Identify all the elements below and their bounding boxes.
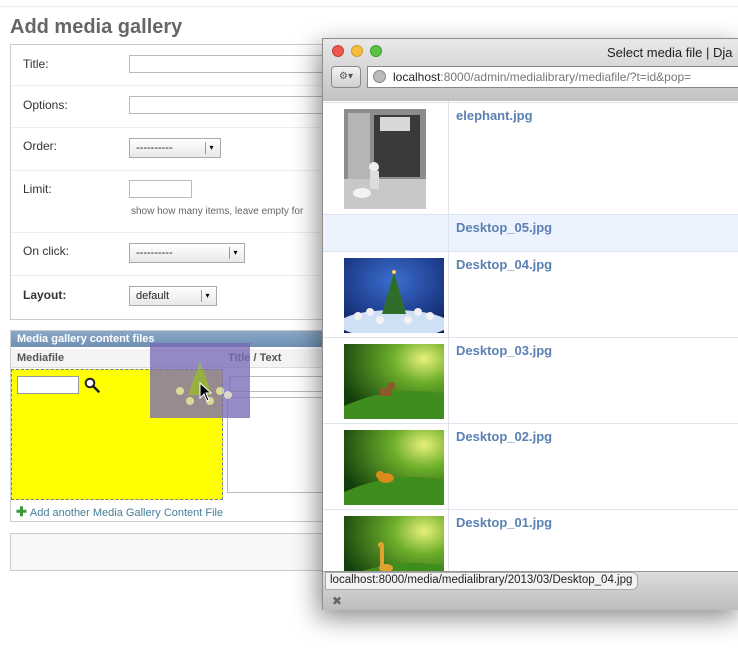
gallery-form: Title: Options: Order: ---------- ▾ Limi… xyxy=(10,44,332,320)
limit-label: Limit: xyxy=(23,182,52,196)
file-link-desktop-02[interactable]: Desktop_02.jpg xyxy=(456,429,552,444)
file-link-elephant[interactable]: elephant.jpg xyxy=(456,108,533,123)
onclick-select[interactable]: ---------- ▾ xyxy=(129,243,245,263)
thumbnail-cell xyxy=(323,215,449,251)
add-another-label: Add another Media Gallery Content File xyxy=(29,507,224,519)
order-select[interactable]: ---------- ▾ xyxy=(129,138,221,158)
submit-row xyxy=(10,533,326,571)
thumbnail-christmas-tree[interactable] xyxy=(344,258,444,333)
limit-row: Limit: show how many items, leave empty … xyxy=(11,170,331,233)
search-icon[interactable] xyxy=(84,377,100,393)
url-path: :8000/admin/medialibrary/mediafile/?t=id… xyxy=(440,70,692,84)
thumbnail-green-lion[interactable] xyxy=(344,430,444,505)
chevron-down-icon: ▾ xyxy=(205,142,217,154)
url-host: localhost xyxy=(393,70,441,84)
layout-select[interactable]: default ▾ xyxy=(129,286,217,306)
top-divider xyxy=(0,6,738,7)
layout-row: Layout: default ▾ xyxy=(11,275,331,319)
thumbnail-cell xyxy=(323,510,449,571)
window-title: Select media file | Dja xyxy=(607,45,733,60)
order-row: Order: ---------- ▾ xyxy=(11,127,331,171)
onclick-label: On click: xyxy=(23,244,70,258)
gear-menu-button[interactable]: ⚙▾ xyxy=(331,66,361,88)
mediafile-id-input[interactable] xyxy=(17,376,79,394)
address-bar[interactable]: localhost:8000/admin/medialibrary/mediaf… xyxy=(367,66,738,88)
list-item: Desktop_01.jpg xyxy=(323,510,738,571)
title-label: Title: xyxy=(23,57,49,71)
globe-icon xyxy=(373,70,386,83)
chevron-down-icon: ▾ xyxy=(201,290,213,302)
file-link-desktop-03[interactable]: Desktop_03.jpg xyxy=(456,343,552,358)
thumbnail-green-giraffe[interactable] xyxy=(344,516,444,571)
title-row: Title: xyxy=(11,45,331,86)
list-item: elephant.jpg xyxy=(323,103,738,215)
list-item: Desktop_05.jpg xyxy=(323,215,738,252)
plus-icon: ✚ xyxy=(16,504,27,519)
thumbnail-cell xyxy=(323,103,449,214)
thumbnail-cell xyxy=(323,252,449,337)
minimize-window-button[interactable] xyxy=(351,45,363,57)
gear-icon: ⚙▾ xyxy=(339,71,353,82)
thumbnail-cell xyxy=(323,424,449,509)
list-item: Desktop_04.jpg xyxy=(323,252,738,338)
thumbnail-cell xyxy=(323,338,449,423)
media-file-list: elephant.jpg Desktop_05.jpg Desktop_04.j… xyxy=(323,101,738,571)
layout-select-value: default xyxy=(136,290,170,302)
options-label: Options: xyxy=(23,98,68,112)
limit-field[interactable] xyxy=(129,180,192,198)
order-label: Order: xyxy=(23,139,58,153)
page-title: Add media gallery xyxy=(10,16,183,38)
thumbnail-cell xyxy=(323,101,449,102)
list-item: Desktop_03.jpg xyxy=(323,338,738,424)
status-bar: localhost:8000/media/medialibrary/2013/0… xyxy=(323,571,738,610)
add-another-link[interactable]: ✚ Add another Media Gallery Content File xyxy=(16,504,223,520)
thumbnail-green-dog[interactable] xyxy=(344,344,444,419)
onclick-row: On click: ---------- ▾ xyxy=(11,232,331,276)
media-file-popup-window: Select media file | Dja ⚙▾ localhost:800… xyxy=(322,38,738,610)
close-window-button[interactable] xyxy=(332,45,344,57)
chevron-down-icon: ▾ xyxy=(229,247,241,259)
file-link-desktop-01[interactable]: Desktop_01.jpg xyxy=(456,515,552,530)
title-field[interactable] xyxy=(129,55,329,73)
list-item: Desktop_02.jpg xyxy=(323,424,738,510)
limit-help-text: show how many items, leave empty for xyxy=(131,206,304,217)
order-select-value: ---------- xyxy=(136,142,173,154)
zoom-window-button[interactable] xyxy=(370,45,382,57)
close-icon[interactable]: ✖ xyxy=(332,594,342,608)
thumbnail-elephant[interactable] xyxy=(344,109,426,209)
dragged-thumbnail xyxy=(150,343,250,418)
file-link-desktop-05[interactable]: Desktop_05.jpg xyxy=(456,220,552,235)
christmas-tree-icon xyxy=(176,361,232,405)
window-titlebar: Select media file | Dja ⚙▾ localhost:800… xyxy=(323,39,738,102)
onclick-select-value: ---------- xyxy=(136,247,173,259)
status-link-url: localhost:8000/media/medialibrary/2013/0… xyxy=(325,572,639,590)
layout-label: Layout: xyxy=(23,288,67,302)
options-field[interactable] xyxy=(129,96,329,114)
mediafile-column-header: Mediafile xyxy=(17,352,65,364)
options-row: Options: xyxy=(11,85,331,128)
mouse-pointer-icon xyxy=(199,382,213,402)
file-link-desktop-04[interactable]: Desktop_04.jpg xyxy=(456,257,552,272)
